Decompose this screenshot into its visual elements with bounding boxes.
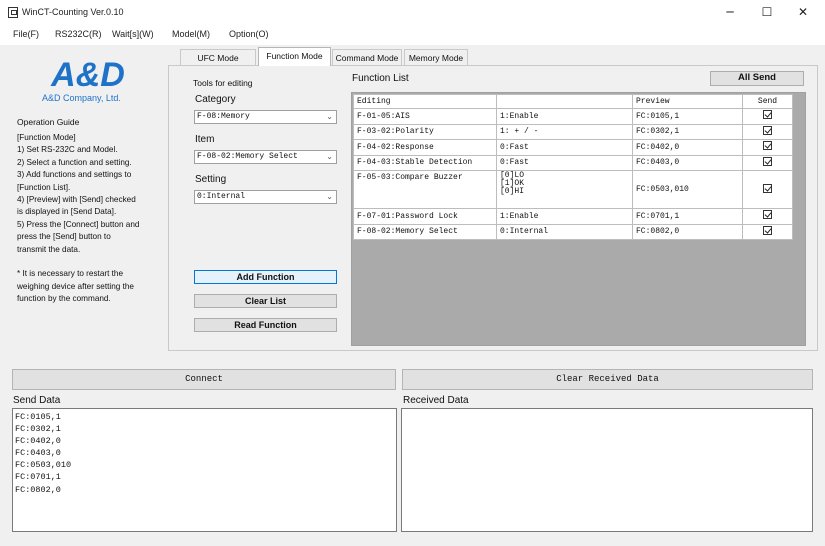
guide-text: [Function Mode] 1) Set RS-232C and Model… <box>17 133 140 304</box>
category-value: F-08:Memory <box>197 112 250 121</box>
setting-value: 0:Internal <box>197 192 246 201</box>
table-row[interactable]: F-04-02:Response 0:Fast FC:0402,0 <box>353 139 793 156</box>
send-checkbox[interactable] <box>763 141 772 151</box>
table-row[interactable]: F-05-03:Compare Buzzer [0]LO [1]OK [0]HI… <box>353 170 793 209</box>
preview-cell: FC:0302,1 <box>632 123 743 140</box>
setting-cell: [0]LO [1]OK [0]HI <box>496 170 633 209</box>
menu-file[interactable]: File(F) <box>13 29 39 39</box>
send-checkbox[interactable] <box>763 156 772 166</box>
preview-cell: FC:0503,010 <box>632 170 743 209</box>
column-header-preview: Preview <box>632 94 743 109</box>
menu-wait[interactable]: Wait[s](W) <box>112 29 154 39</box>
close-button[interactable]: ✕ <box>788 3 818 21</box>
table-row[interactable]: F-03-02:Polarity 1: + / - FC:0302,1 <box>353 123 793 140</box>
setting-cell: 1: + / - <box>496 123 633 140</box>
function-list-title: Function List <box>352 73 409 84</box>
window-title: WinCT-Counting Ver.0.10 <box>22 7 124 17</box>
logo-text: A&D <box>50 57 125 91</box>
setting-cell: 0:Internal <box>496 223 633 240</box>
setting-cell: 0:Fast <box>496 139 633 156</box>
setting-label: Setting <box>195 174 227 185</box>
chevron-down-icon: ⌄ <box>326 112 333 121</box>
maximize-button[interactable]: ☐ <box>752 3 782 21</box>
table-row[interactable]: F-07-01:Password Lock 1:Enable FC:0701,1 <box>353 208 793 225</box>
category-label: Category <box>195 94 236 105</box>
table-row[interactable]: F-08-02:Memory Select 0:Internal FC:0802… <box>353 223 793 240</box>
read-function-button[interactable]: Read Function <box>194 318 337 332</box>
setting-select[interactable]: 0:Internal ⌄ <box>194 190 337 204</box>
tools-label: Tools for editing <box>193 78 253 88</box>
send-checkbox[interactable] <box>763 110 772 120</box>
add-function-button[interactable]: Add Function <box>194 270 337 284</box>
send-checkbox[interactable] <box>763 210 772 220</box>
clear-list-button[interactable]: Clear List <box>194 294 337 308</box>
item-select[interactable]: F-08-02:Memory Select ⌄ <box>194 150 337 164</box>
send-cell <box>742 154 793 171</box>
send-data-label: Send Data <box>13 395 61 406</box>
tab-ufc-mode[interactable]: UFC Mode <box>180 49 256 65</box>
company-name: A&D Company, Ltd. <box>42 93 121 103</box>
send-cell <box>742 123 793 140</box>
setting-cell: 1:Enable <box>496 208 633 225</box>
function-table: Editing Preview Send F-01-05:AIS 1:Enabl… <box>353 94 793 240</box>
editing-cell: F-04-03:Stable Detection <box>353 154 497 171</box>
company-logo: A&D <box>50 57 125 91</box>
chevron-down-icon: ⌄ <box>326 192 333 201</box>
clear-received-data-button[interactable]: Clear Received Data <box>402 369 813 390</box>
column-header-setting <box>496 94 633 109</box>
received-data-textarea[interactable] <box>401 408 813 532</box>
setting-cell: 0:Fast <box>496 154 633 171</box>
chevron-down-icon: ⌄ <box>326 152 333 161</box>
editing-cell: F-01-05:AIS <box>353 108 497 125</box>
editing-cell: F-07-01:Password Lock <box>353 208 497 225</box>
title-bar <box>0 0 825 25</box>
all-send-button[interactable]: All Send <box>710 71 804 86</box>
editing-cell: F-05-03:Compare Buzzer <box>353 170 497 209</box>
menu-model[interactable]: Model(M) <box>172 29 210 39</box>
send-cell <box>742 139 793 156</box>
send-checkbox[interactable] <box>763 225 772 235</box>
send-cell <box>742 108 793 125</box>
editing-cell: F-08-02:Memory Select <box>353 223 497 240</box>
column-header-send: Send <box>742 94 793 109</box>
preview-cell: FC:0701,1 <box>632 208 743 225</box>
item-label: Item <box>195 134 215 145</box>
preview-cell: FC:0105,1 <box>632 108 743 125</box>
preview-cell: FC:0402,0 <box>632 139 743 156</box>
connect-button[interactable]: Connect <box>12 369 396 390</box>
send-cell <box>742 208 793 225</box>
editing-cell: F-03-02:Polarity <box>353 123 497 140</box>
tab-function-mode[interactable]: Function Mode <box>258 47 331 66</box>
preview-cell: FC:0403,0 <box>632 154 743 171</box>
app-icon[interactable] <box>8 7 18 18</box>
send-cell <box>742 170 793 209</box>
table-row[interactable]: F-01-05:AIS 1:Enable FC:0105,1 <box>353 108 793 125</box>
received-data-label: Received Data <box>403 395 469 406</box>
category-select[interactable]: F-08:Memory ⌄ <box>194 110 337 124</box>
column-header-editing: Editing <box>353 94 497 109</box>
minimize-button[interactable]: ─ <box>715 3 745 21</box>
menu-rs232c[interactable]: RS232C(R) <box>55 29 102 39</box>
send-cell <box>742 223 793 240</box>
setting-cell: 1:Enable <box>496 108 633 125</box>
menu-option[interactable]: Option(O) <box>229 29 269 39</box>
send-checkbox[interactable] <box>763 183 772 193</box>
guide-title: Operation Guide <box>17 117 80 127</box>
tab-memory-mode[interactable]: Memory Mode <box>404 49 468 65</box>
table-row[interactable]: F-04-03:Stable Detection 0:Fast FC:0403,… <box>353 154 793 171</box>
item-value: F-08-02:Memory Select <box>197 152 298 161</box>
editing-cell: F-04-02:Response <box>353 139 497 156</box>
preview-cell: FC:0802,0 <box>632 223 743 240</box>
function-list-grid: Editing Preview Send F-01-05:AIS 1:Enabl… <box>351 92 806 346</box>
send-checkbox[interactable] <box>763 125 772 135</box>
send-data-textarea[interactable]: FC:0105,1 FC:0302,1 FC:0402,0 FC:0403,0 … <box>12 408 397 532</box>
tab-command-mode[interactable]: Command Mode <box>332 49 402 65</box>
